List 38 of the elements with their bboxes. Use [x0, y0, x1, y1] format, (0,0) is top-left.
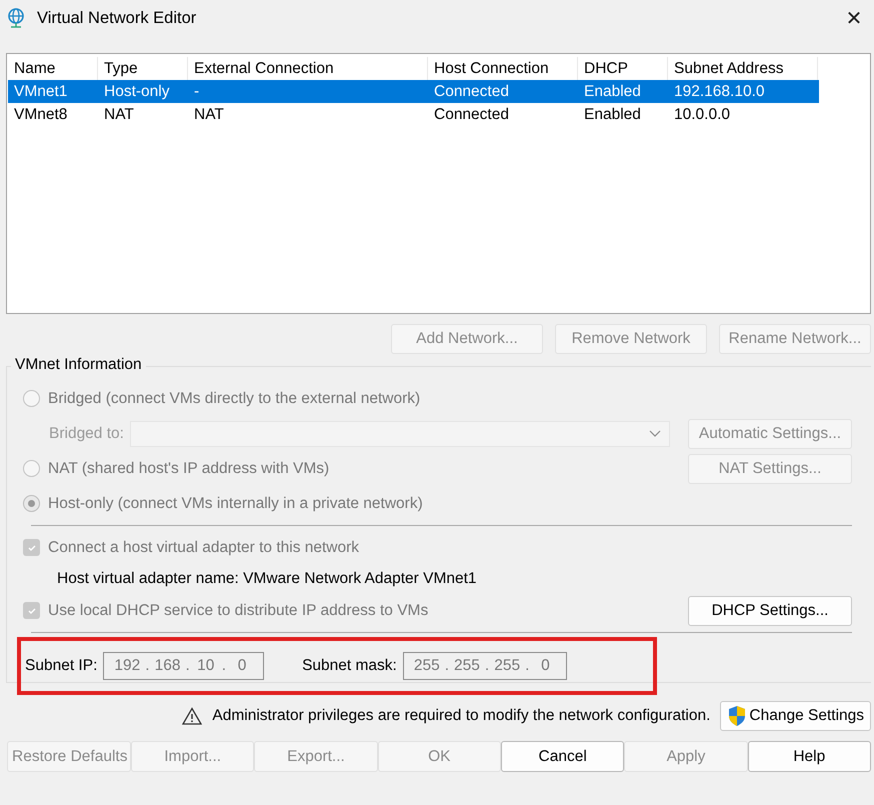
- adapter-name-text: Host virtual adapter name: VMware Network Adapter VMnet1: [57, 570, 477, 588]
- subnet-mask-label: Subnet mask:: [302, 657, 397, 675]
- radio-label: Bridged (connect VMs directly to the external network): [48, 390, 420, 408]
- table-cell-text: 10.0.0.0: [673, 106, 732, 124]
- subnet-ip-field[interactable]: 192 . 168 . 10 . 0: [103, 652, 264, 680]
- window-title: Virtual Network Editor: [37, 8, 198, 28]
- table-cell-text: NAT: [193, 106, 225, 124]
- warning-icon: [182, 707, 202, 725]
- table-cell-text: 192.168.10.0: [673, 82, 766, 100]
- table-cell-text: Enabled: [583, 106, 642, 124]
- table-cell-text: Connected: [433, 82, 510, 100]
- radio-label: Host-only (connect VMs internally in a private network): [48, 494, 423, 512]
- checkmark-icon: [26, 606, 36, 616]
- subnet-mask-field[interactable]: 255 . 255 . 255 . 0: [402, 652, 568, 680]
- dialog-button[interactable]: Help: [748, 741, 871, 772]
- table-cell-text: VMnet1: [13, 82, 68, 100]
- chevron-icon: [648, 430, 661, 438]
- admin-notice: Administrator privileges are required to modify the network configuration.: [212, 707, 710, 725]
- checkmark-icon: [26, 542, 36, 552]
- table-cell-text: Enabled: [583, 82, 642, 100]
- checkbox-label: Use local DHCP service to distribute IP address to VMs: [48, 602, 428, 620]
- change-settings-button[interactable]: Change Settings: [720, 701, 871, 731]
- table-cell-text: NAT: [103, 106, 135, 124]
- dialog-button[interactable]: Cancel: [500, 741, 624, 772]
- table-cell-text: Connected: [433, 106, 510, 124]
- table-cell-text: Host-only: [103, 82, 170, 100]
- bridged-to-label: Bridged to:: [49, 424, 124, 442]
- close-button[interactable]: ✕: [834, 1, 874, 35]
- globe-icon: [6, 8, 26, 28]
- shield-icon: [727, 705, 748, 727]
- radio-label: NAT (shared host's IP address with VMs): [48, 460, 330, 478]
- network-row[interactable]: VMnet1 Host-only - Connected Enabled 192.168.10.0: [8, 80, 819, 103]
- table-cell-text: VMnet8: [13, 106, 68, 124]
- subnet-ip-label: Subnet IP:: [25, 657, 98, 675]
- bridged-to-dropdown[interactable]: [130, 420, 670, 446]
- table-cell-text: -: [193, 82, 200, 100]
- checkbox-label: Connect a host virtual adapter to this network: [48, 538, 360, 556]
- network-row[interactable]: VMnet8 NAT NAT Connected Enabled 10.0.0.0: [8, 103, 819, 126]
